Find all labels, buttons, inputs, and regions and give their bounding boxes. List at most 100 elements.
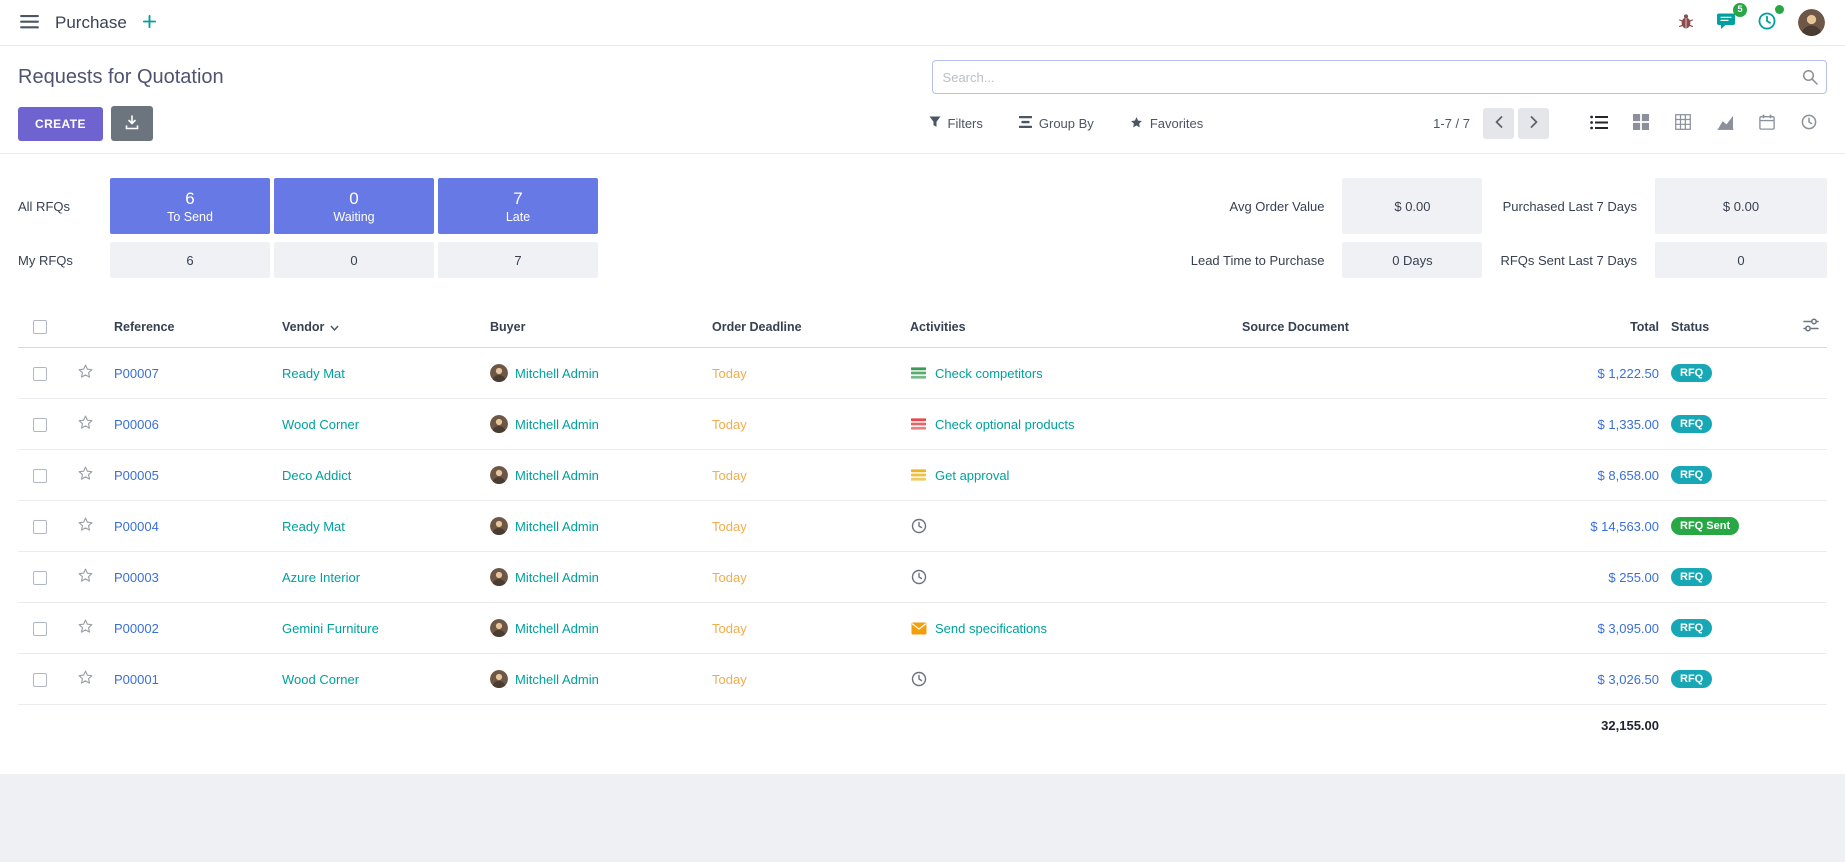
- row-deadline: Today: [712, 519, 747, 534]
- row-total: $ 14,563.00: [1590, 519, 1659, 534]
- chat-bubble-icon: [1716, 12, 1736, 34]
- download-icon: [125, 115, 139, 133]
- activities-button[interactable]: [1754, 8, 1780, 37]
- chevron-right-icon: [1530, 116, 1538, 131]
- favorite-star-button[interactable]: [77, 669, 94, 689]
- header-vendor[interactable]: Vendor: [276, 306, 484, 348]
- select-all-checkbox[interactable]: [33, 320, 47, 334]
- activity-cell[interactable]: [910, 518, 1230, 534]
- kanban-view-icon: [1633, 114, 1649, 133]
- row-source-document: [1236, 501, 1547, 552]
- favorite-star-button[interactable]: [77, 618, 94, 638]
- row-checkbox[interactable]: [33, 520, 47, 534]
- activity-label: Check competitors: [935, 366, 1043, 381]
- tile-to-send[interactable]: 6 To Send: [110, 178, 270, 234]
- menu-toggle-button[interactable]: [16, 10, 43, 36]
- row-checkbox[interactable]: [33, 418, 47, 432]
- row-vendor[interactable]: Deco Addict: [282, 468, 351, 483]
- row-vendor[interactable]: Gemini Furniture: [282, 621, 379, 636]
- row-vendor[interactable]: Ready Mat: [282, 366, 345, 381]
- table-row[interactable]: P00004 Ready Mat Mitchell Admin Today $ …: [18, 501, 1827, 552]
- user-menu-button[interactable]: [1794, 5, 1829, 40]
- favorite-star-button[interactable]: [77, 414, 94, 434]
- header-total[interactable]: Total: [1547, 306, 1665, 348]
- my-tile-waiting[interactable]: 0: [274, 242, 434, 278]
- row-deadline: Today: [712, 570, 747, 585]
- debug-button[interactable]: [1674, 9, 1698, 37]
- my-tile-to-send[interactable]: 6: [110, 242, 270, 278]
- row-vendor[interactable]: Ready Mat: [282, 519, 345, 534]
- page-title: Requests for Quotation: [18, 66, 932, 89]
- row-vendor[interactable]: Wood Corner: [282, 417, 359, 432]
- tile-waiting[interactable]: 0 Waiting: [274, 178, 434, 234]
- table-row[interactable]: P00007 Ready Mat Mitchell Admin Today Ch…: [18, 348, 1827, 399]
- favorites-button[interactable]: Favorites: [1124, 115, 1209, 133]
- add-tab-button[interactable]: [139, 11, 160, 35]
- messages-button[interactable]: 5: [1712, 8, 1740, 38]
- create-button[interactable]: CREATE: [18, 107, 103, 141]
- row-checkbox[interactable]: [33, 367, 47, 381]
- pivot-view-button[interactable]: [1665, 108, 1701, 139]
- favorite-star-button[interactable]: [77, 567, 94, 587]
- header-activities[interactable]: Activities: [904, 306, 1236, 348]
- optional-columns-button[interactable]: [1801, 316, 1821, 337]
- favorite-star-button[interactable]: [77, 516, 94, 536]
- row-reference[interactable]: P00004: [114, 519, 159, 534]
- row-reference[interactable]: P00003: [114, 570, 159, 585]
- row-reference[interactable]: P00006: [114, 417, 159, 432]
- activity-cell[interactable]: Check optional products: [910, 417, 1230, 432]
- row-vendor[interactable]: Wood Corner: [282, 672, 359, 687]
- favorite-star-button[interactable]: [77, 363, 94, 383]
- header-reference[interactable]: Reference: [108, 306, 276, 348]
- row-reference[interactable]: P00001: [114, 672, 159, 687]
- activity-cell[interactable]: Get approval: [910, 468, 1230, 483]
- tile-late[interactable]: 7 Late: [438, 178, 598, 234]
- table-row[interactable]: P00006 Wood Corner Mitchell Admin Today …: [18, 399, 1827, 450]
- favorite-star-button[interactable]: [77, 465, 94, 485]
- row-total: $ 1,335.00: [1598, 417, 1659, 432]
- row-deadline: Today: [712, 366, 747, 381]
- hamburger-icon: [20, 14, 39, 32]
- status-badge: RFQ: [1671, 466, 1712, 484]
- export-button[interactable]: [111, 106, 153, 141]
- row-checkbox[interactable]: [33, 469, 47, 483]
- row-reference[interactable]: P00005: [114, 468, 159, 483]
- filters-button[interactable]: Filters: [923, 115, 989, 133]
- buyer-avatar: [490, 364, 508, 382]
- pager-next-button[interactable]: [1518, 108, 1549, 139]
- table-row[interactable]: P00002 Gemini Furniture Mitchell Admin T…: [18, 603, 1827, 654]
- row-reference[interactable]: P00002: [114, 621, 159, 636]
- activity-cell[interactable]: [910, 569, 1230, 585]
- table-row[interactable]: P00005 Deco Addict Mitchell Admin Today …: [18, 450, 1827, 501]
- header-buyer[interactable]: Buyer: [484, 306, 706, 348]
- header-status[interactable]: Status: [1665, 306, 1783, 348]
- table-row[interactable]: P00003 Azure Interior Mitchell Admin Tod…: [18, 552, 1827, 603]
- row-checkbox[interactable]: [33, 571, 47, 585]
- activity-cell[interactable]: Send specifications: [910, 621, 1230, 636]
- footer-total-sum: 32,155.00: [1547, 705, 1665, 747]
- row-vendor[interactable]: Azure Interior: [282, 570, 360, 585]
- row-buyer: Mitchell Admin: [515, 366, 599, 381]
- header-order-deadline[interactable]: Order Deadline: [706, 306, 904, 348]
- activity-cell[interactable]: [910, 671, 1230, 687]
- app-name[interactable]: Purchase: [55, 13, 127, 33]
- search-input[interactable]: [932, 60, 1827, 94]
- group-by-button[interactable]: Group By: [1013, 115, 1100, 133]
- activity-cell[interactable]: Check competitors: [910, 366, 1230, 381]
- row-checkbox[interactable]: [33, 622, 47, 636]
- row-source-document: [1236, 654, 1547, 705]
- activity-icon: [910, 417, 927, 431]
- header-source-document[interactable]: Source Document: [1236, 306, 1547, 348]
- table-row[interactable]: P00001 Wood Corner Mitchell Admin Today …: [18, 654, 1827, 705]
- row-checkbox[interactable]: [33, 673, 47, 687]
- activity-view-button[interactable]: [1791, 108, 1827, 139]
- calendar-view-button[interactable]: [1749, 108, 1785, 139]
- row-reference[interactable]: P00007: [114, 366, 159, 381]
- list-view-button[interactable]: [1581, 108, 1617, 139]
- graph-view-button[interactable]: [1707, 108, 1743, 139]
- kanban-view-button[interactable]: [1623, 108, 1659, 139]
- my-tile-late[interactable]: 7: [438, 242, 598, 278]
- row-deadline: Today: [712, 468, 747, 483]
- pager-previous-button[interactable]: [1483, 108, 1514, 139]
- row-buyer: Mitchell Admin: [515, 417, 599, 432]
